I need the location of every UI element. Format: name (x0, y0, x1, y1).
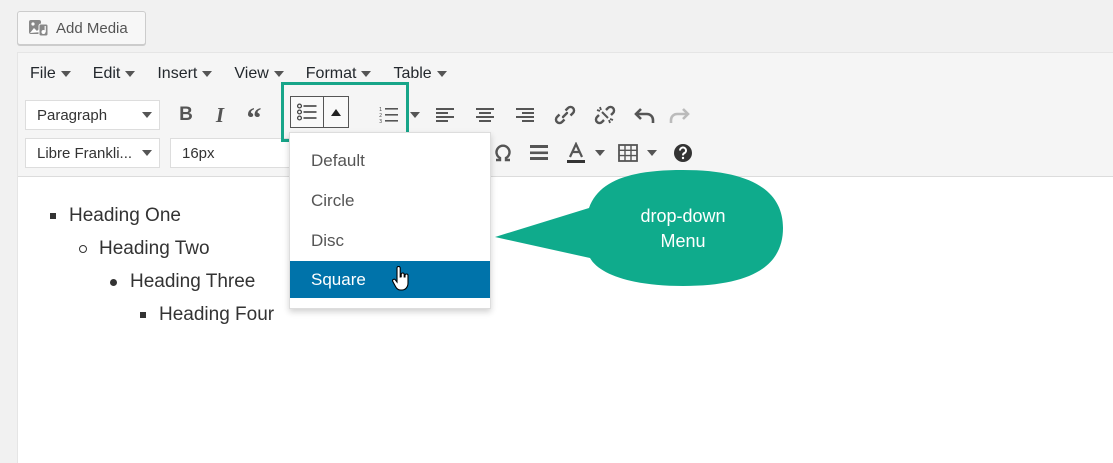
help-button[interactable] (666, 138, 700, 168)
bold-icon: B (179, 104, 193, 125)
text-color-button[interactable] (562, 138, 590, 168)
list-item[interactable]: Heading Three (110, 271, 255, 293)
align-center-icon (476, 108, 494, 122)
redo-button[interactable] (662, 100, 696, 130)
list-item[interactable]: Heading Two (79, 238, 210, 260)
bullet-list-icon (297, 103, 317, 121)
omega-icon (495, 144, 511, 162)
bullet-list-dropdown-toggle[interactable] (324, 97, 348, 127)
link-icon (554, 105, 576, 125)
align-center-button[interactable] (468, 100, 502, 130)
undo-button[interactable] (628, 100, 662, 130)
svg-text:3: 3 (379, 119, 382, 124)
bullet-list-split-button (290, 96, 349, 128)
dropdown-item-circle[interactable]: Circle (290, 181, 490, 221)
chevron-down-icon (142, 112, 152, 118)
menu-table-label: Table (393, 65, 432, 82)
list-item-text: Heading One (69, 205, 181, 226)
table-icon (618, 144, 638, 162)
menu-format[interactable]: Format (294, 61, 382, 87)
callout-line-2: Menu (660, 231, 706, 251)
menubar: File Edit Insert View Format Table (18, 61, 457, 87)
undo-icon (634, 108, 655, 123)
table-dropdown[interactable] (642, 138, 660, 168)
menu-file[interactable]: File (18, 61, 81, 87)
horizontal-line-button[interactable] (522, 138, 556, 168)
horizontal-line-icon (530, 145, 548, 160)
text-color-icon (567, 142, 585, 163)
add-media-button[interactable]: Add Media (17, 11, 146, 45)
menu-edit-label: Edit (92, 65, 121, 82)
menu-view[interactable]: View (222, 61, 293, 87)
chevron-down-icon (410, 112, 420, 118)
add-media-label: Add Media (56, 19, 128, 37)
font-family-value: Libre Frankli... (37, 144, 133, 162)
chevron-up-icon (331, 108, 342, 116)
chevron-down-icon (361, 71, 372, 77)
list-item-text: Heading Two (99, 238, 210, 259)
numbered-list-icon: 1 2 3 (379, 107, 398, 124)
italic-icon: I (215, 102, 225, 127)
numbered-list-dropdown[interactable] (404, 100, 424, 130)
menu-table[interactable]: Table (381, 61, 456, 87)
bullet-list-button[interactable] (291, 97, 325, 127)
align-left-button[interactable] (428, 100, 462, 130)
redo-icon (669, 108, 690, 123)
dropdown-item-default[interactable]: Default (290, 141, 490, 181)
bullet-style-dropdown: Default Circle Disc Square (289, 132, 491, 309)
list-item-text: Heading Three (130, 271, 256, 292)
help-icon (674, 144, 692, 162)
square-bullet-icon (50, 213, 56, 219)
bold-button[interactable]: B (169, 100, 203, 130)
remove-link-button[interactable] (588, 100, 622, 130)
italic-button[interactable]: I (203, 100, 237, 130)
chevron-down-icon (595, 150, 605, 156)
chevron-down-icon (273, 71, 284, 77)
block-format-value: Paragraph (37, 106, 108, 124)
align-left-icon (436, 108, 454, 122)
special-character-button[interactable] (488, 138, 518, 168)
add-media-icon (29, 20, 49, 37)
menu-insert-label: Insert (157, 65, 198, 82)
list-item-text: Heading Four (159, 304, 275, 325)
dropdown-item-square[interactable]: Square (290, 261, 490, 298)
list-item[interactable]: Heading Four (140, 304, 274, 326)
table-button[interactable] (614, 138, 642, 168)
chevron-down-icon (647, 150, 657, 156)
chevron-down-icon (60, 71, 71, 77)
circle-bullet-icon (79, 245, 87, 253)
toolbar-row-1: Paragraph B I “ (25, 99, 271, 134)
menu-format-label: Format (305, 65, 357, 82)
font-size-select[interactable]: 16px (170, 138, 290, 168)
align-right-button[interactable] (508, 100, 542, 130)
align-right-icon (516, 108, 534, 122)
block-format-select[interactable]: Paragraph (25, 100, 160, 130)
disc-bullet-icon (110, 278, 117, 286)
unlink-icon (594, 105, 616, 125)
callout-line-1: drop-down (640, 206, 726, 226)
font-size-value: 16px (182, 144, 215, 162)
text-color-dropdown[interactable] (590, 138, 608, 168)
insert-link-button[interactable] (548, 100, 582, 130)
dropdown-item-disc[interactable]: Disc (290, 221, 490, 261)
menu-view-label: View (234, 65, 269, 82)
menu-insert[interactable]: Insert (145, 61, 222, 87)
editor-toolbar: File Edit Insert View Format Table Parag… (18, 53, 1113, 177)
chevron-down-icon (436, 71, 447, 77)
blockquote-icon: “ (246, 102, 262, 135)
chevron-down-icon (125, 71, 136, 77)
callout-text: drop-down Menu (586, 204, 780, 254)
list-item[interactable]: Heading One (50, 205, 181, 227)
chevron-down-icon (202, 71, 213, 77)
menu-file-label: File (30, 65, 56, 82)
toolbar-row-1-right: 1 2 3 (374, 99, 696, 131)
chevron-down-icon (142, 150, 152, 156)
toolbar-row-2-right (488, 137, 700, 169)
font-family-select[interactable]: Libre Frankli... (25, 138, 160, 168)
menu-edit[interactable]: Edit (81, 61, 146, 87)
blockquote-button[interactable]: “ (237, 100, 271, 134)
square-bullet-icon (140, 312, 146, 318)
numbered-list-button[interactable]: 1 2 3 (374, 100, 404, 130)
toolbar-row-2: Libre Frankli... 16px (25, 137, 290, 169)
